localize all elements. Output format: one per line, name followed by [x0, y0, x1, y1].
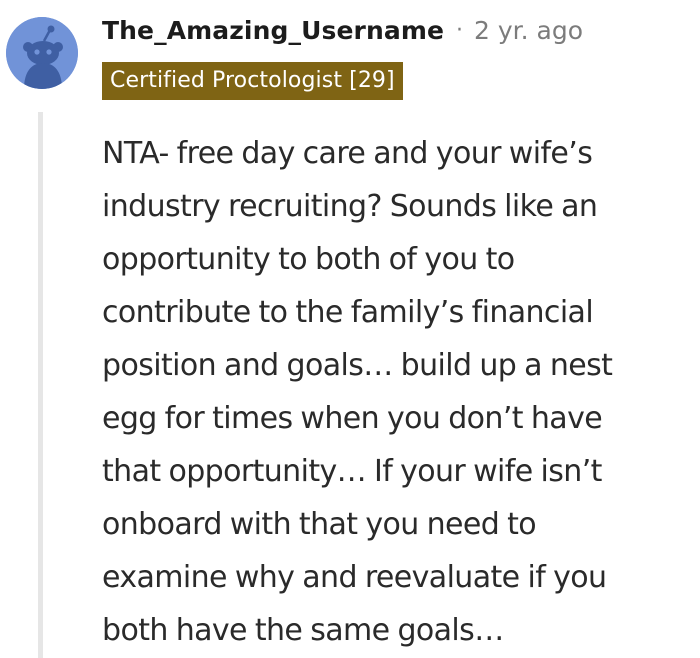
comment-body-line: industry recruiting? Sounds like an: [102, 189, 598, 224]
comment-body-line: NTA- free day care and your wife’s: [102, 136, 593, 171]
meta-separator: ·: [456, 17, 464, 43]
user-flair-badge: Certified Proctologist [29]: [102, 62, 403, 100]
username-link[interactable]: The_Amazing_Username: [102, 16, 444, 45]
comment-body-line: opportunity to both of you to: [102, 242, 515, 277]
comment-timestamp[interactable]: 2 yr. ago: [474, 16, 583, 45]
user-avatar[interactable]: [6, 17, 78, 89]
comment-body-line: onboard with that you need to: [102, 507, 537, 542]
comment: The_Amazing_Username · 2 yr. ago Certifi…: [0, 0, 700, 658]
comment-body-line: position and goals… build up a nest: [102, 348, 613, 383]
reddit-snoo-avatar-icon: [6, 17, 78, 89]
comment-body-line: examine why and reevaluate if you: [102, 560, 607, 595]
comment-body-line: both have the same goals…: [102, 613, 504, 648]
comment-body-line: contribute to the family’s financial: [102, 295, 594, 330]
comment-body: NTA- free day care and your wife’s indus…: [102, 127, 698, 657]
comment-header: The_Amazing_Username · 2 yr. ago: [102, 10, 583, 50]
thread-collapse-line[interactable]: [38, 112, 43, 658]
comment-body-line: that opportunity… If your wife isn’t: [102, 454, 602, 489]
comment-body-line: egg for times when you don’t have: [102, 401, 603, 436]
